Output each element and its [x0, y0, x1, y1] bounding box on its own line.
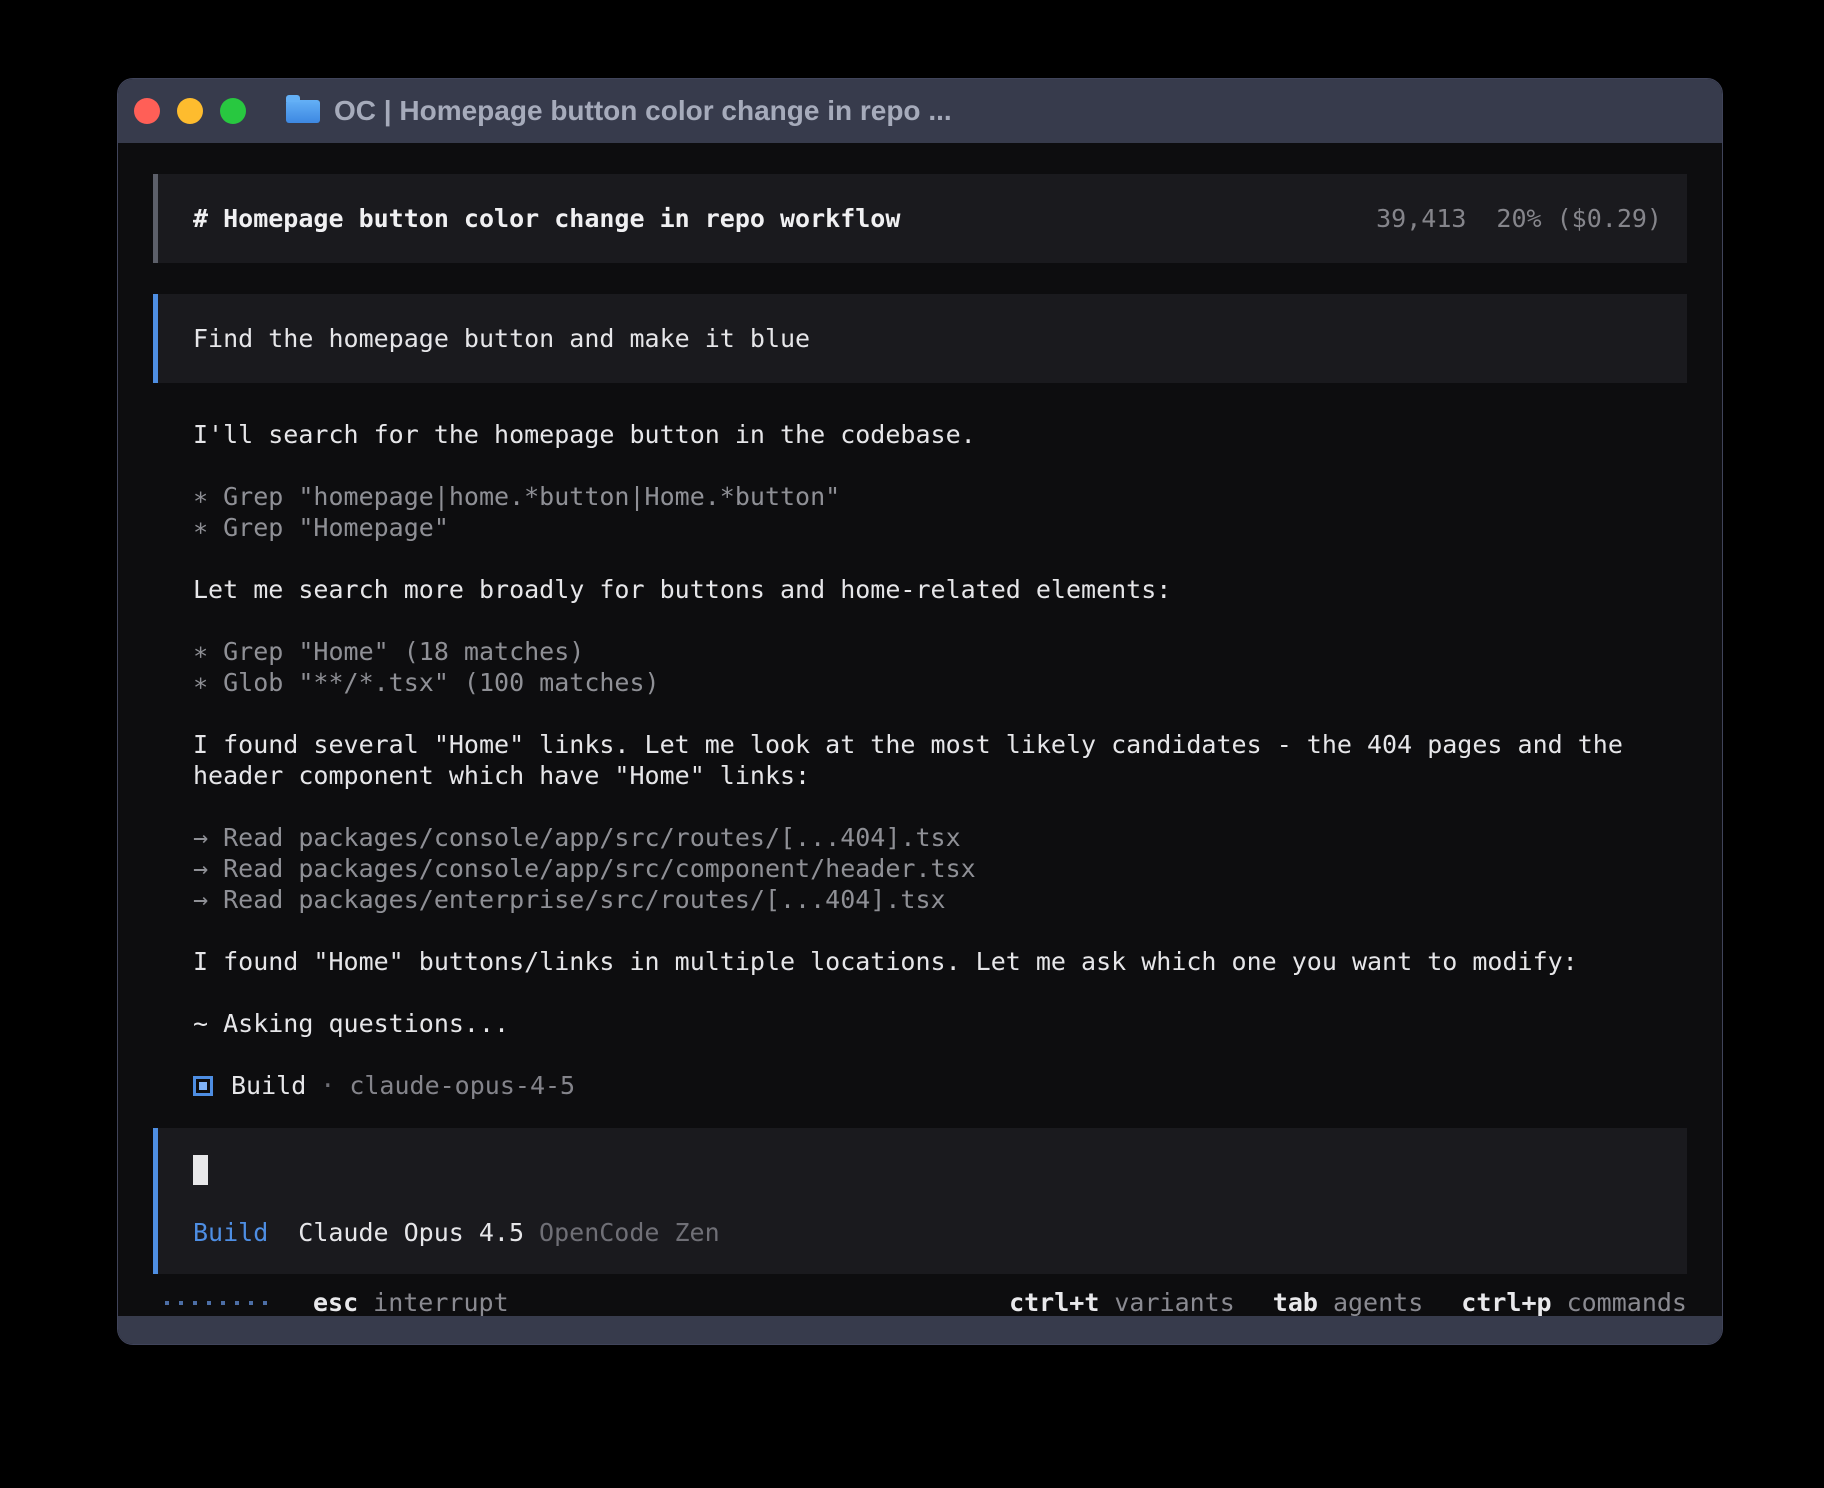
agent-icon: [193, 1076, 213, 1096]
zoom-button[interactable]: [220, 98, 246, 124]
agent-name: Build: [231, 1070, 306, 1101]
key-ctrl-t: ctrl+t: [1009, 1287, 1099, 1316]
status-right: ctrl+t variants tab agents ctrl+p comman…: [1009, 1287, 1687, 1316]
hint-agents: tab agents: [1273, 1287, 1423, 1316]
text-cursor: [193, 1155, 208, 1185]
label-commands: commands: [1567, 1287, 1687, 1316]
agent-model: claude-opus-4-5: [349, 1070, 575, 1101]
input-line[interactable]: [193, 1155, 1662, 1186]
tool-call-read: → Read packages/console/app/src/componen…: [193, 853, 1687, 884]
session-title: # Homepage button color change in repo w…: [193, 203, 900, 234]
key-tab: tab: [1273, 1287, 1318, 1316]
context-cost: 20% ($0.29): [1496, 203, 1662, 234]
tool-call-group: → Read packages/console/app/src/routes/[…: [193, 822, 1687, 915]
agent-badge: Build · claude-opus-4-5: [193, 1070, 1687, 1101]
terminal-content: # Homepage button color change in repo w…: [118, 143, 1722, 1316]
token-count: 39,413: [1376, 203, 1466, 234]
assistant-text: I found several "Home" links. Let me loo…: [193, 729, 1687, 791]
tool-call-grep: ∗ Grep "Homepage": [193, 512, 1687, 543]
tool-call-grep: ∗ Grep "homepage|home.*button|Home.*butt…: [193, 481, 1687, 512]
input-model: Claude Opus 4.5: [298, 1217, 524, 1248]
session-stats: 39,413 20% ($0.29): [1376, 203, 1662, 234]
tool-call-group: ∗ Grep "Home" (18 matches) ∗ Glob "**/*.…: [193, 636, 1687, 698]
input-provider: OpenCode Zen: [539, 1217, 720, 1248]
tool-call-glob: ∗ Glob "**/*.tsx" (100 matches): [193, 667, 1687, 698]
key-esc: esc: [313, 1287, 358, 1316]
close-button[interactable]: [134, 98, 160, 124]
assistant-transcript: I'll search for the homepage button in t…: [153, 419, 1687, 1101]
window-bottom-edge: [118, 1316, 1722, 1344]
working-status: ~ Asking questions...: [193, 1008, 1687, 1039]
session-header: # Homepage button color change in repo w…: [153, 174, 1687, 263]
tool-call-read: → Read packages/enterprise/src/routes/[.…: [193, 884, 1687, 915]
terminal-window: OC | Homepage button color change in rep…: [117, 78, 1723, 1345]
user-message: Find the homepage button and make it blu…: [153, 294, 1687, 383]
tool-call-grep: ∗ Grep "Home" (18 matches): [193, 636, 1687, 667]
assistant-text: I found "Home" buttons/links in multiple…: [193, 946, 1687, 977]
minimize-button[interactable]: [177, 98, 203, 124]
user-message-text: Find the homepage button and make it blu…: [193, 324, 810, 353]
spinner-dots: [165, 1301, 267, 1305]
assistant-text: Let me search more broadly for buttons a…: [193, 574, 1687, 605]
input-mode: Build: [193, 1217, 268, 1248]
model-row: Build Claude Opus 4.5 OpenCode Zen: [193, 1217, 1662, 1248]
tool-call-read: → Read packages/console/app/src/routes/[…: [193, 822, 1687, 853]
folder-icon: [286, 100, 320, 123]
tool-call-group: ∗ Grep "homepage|home.*button|Home.*butt…: [193, 481, 1687, 543]
assistant-text: I'll search for the homepage button in t…: [193, 419, 1687, 450]
window-title: OC | Homepage button color change in rep…: [334, 95, 952, 127]
hint-interrupt: esc interrupt: [313, 1287, 509, 1316]
hint-commands: ctrl+p commands: [1461, 1287, 1687, 1316]
hint-variants: ctrl+t variants: [1009, 1287, 1235, 1316]
prompt-input[interactable]: Build Claude Opus 4.5 OpenCode Zen: [153, 1128, 1687, 1274]
label-agents: agents: [1333, 1287, 1423, 1316]
badge-separator: ·: [320, 1070, 335, 1101]
key-ctrl-p: ctrl+p: [1461, 1287, 1551, 1316]
status-left: esc interrupt: [165, 1287, 509, 1316]
window-controls: [134, 98, 246, 124]
status-bar: esc interrupt ctrl+t variants tab agents…: [153, 1287, 1687, 1316]
titlebar: OC | Homepage button color change in rep…: [118, 79, 1722, 143]
label-variants: variants: [1114, 1287, 1234, 1316]
label-interrupt: interrupt: [373, 1287, 508, 1316]
